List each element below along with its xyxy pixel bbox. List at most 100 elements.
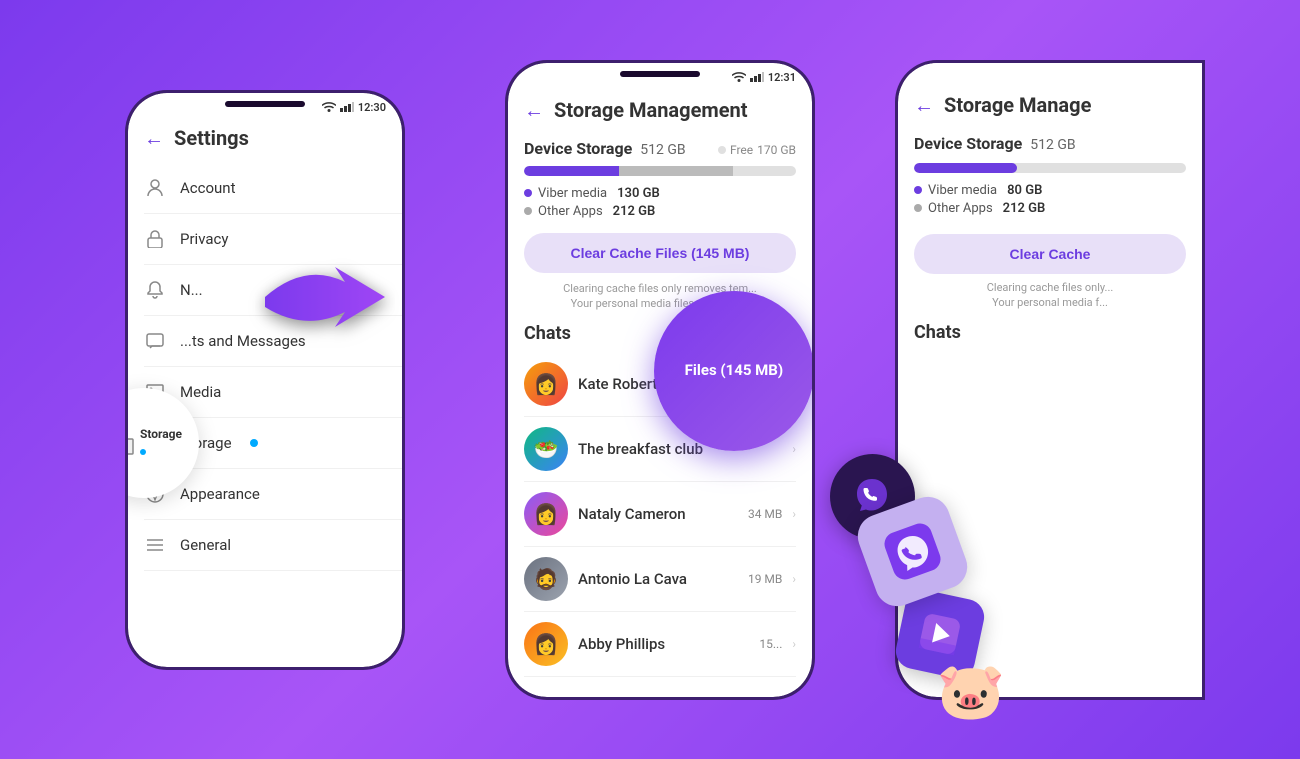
- popup-text: Files (145 MB): [671, 347, 797, 395]
- chats-section-title-3: Chats: [914, 322, 1186, 343]
- wifi-icon: [322, 102, 336, 112]
- storage-header-2: ← Storage Manage: [898, 83, 1202, 126]
- free-dot: [718, 146, 726, 154]
- cache-note-3: Clearing cache files only...Your persona…: [914, 280, 1186, 311]
- general-icon: [144, 534, 166, 556]
- signal-icon: [340, 102, 354, 112]
- float-viber-box-1: [865, 504, 960, 599]
- other-dot-3: [914, 204, 922, 212]
- legend-viber-3: Viber media 80 GB: [914, 183, 1186, 198]
- popup-circle: Files (145 MB): [654, 291, 814, 451]
- settings-title: Settings: [174, 126, 249, 150]
- legend-viber: Viber media 130 GB: [524, 186, 796, 201]
- settings-item-general[interactable]: General: [144, 520, 402, 571]
- device-storage-row: Device Storage 512 GB Free 170 GB: [524, 139, 796, 158]
- viber-size: 130 GB: [617, 186, 660, 201]
- chats-icon: [144, 330, 166, 352]
- chat-name-antonio: Antonio La Cava: [578, 570, 738, 588]
- legend-other-3: Other Apps 212 GB: [914, 201, 1186, 216]
- storage-bar: [524, 166, 796, 176]
- device-storage-size-3: 512 GB: [1030, 137, 1075, 153]
- chat-name-abby: Abby Phillips: [578, 635, 749, 653]
- clear-cache-button-3[interactable]: Clear Cache: [914, 234, 1186, 274]
- phone-notch: [225, 101, 305, 107]
- avatar-abby: 👩: [524, 622, 568, 666]
- status-bar-3: [898, 63, 1202, 83]
- back-arrow-1[interactable]: ←: [144, 126, 164, 151]
- clear-cache-label-3: Clear Cache: [1010, 246, 1091, 262]
- free-size: 170 GB: [757, 143, 796, 157]
- back-arrow-2[interactable]: ←: [524, 98, 544, 123]
- main-container: 12:30 ← Settings Account: [0, 0, 1300, 759]
- viber-label: Viber media: [538, 186, 607, 201]
- account-icon: [144, 177, 166, 199]
- avatar-breakfast: 🥗: [524, 427, 568, 471]
- circle-dot: [140, 449, 146, 455]
- privacy-icon: [144, 228, 166, 250]
- storage-bar-other: [619, 166, 733, 176]
- storage-dot: [250, 439, 258, 447]
- chat-size-antonio: 19 MB: [748, 572, 782, 586]
- avatar-antonio: 🧔: [524, 557, 568, 601]
- other-label-3: Other Apps: [928, 201, 993, 216]
- storage-bar-fill-3: [914, 163, 1017, 173]
- time-display-2: 12:31: [768, 71, 796, 84]
- notifications-label: N...: [180, 281, 203, 299]
- chat-size-abby: 15...: [759, 637, 782, 651]
- storage-folder-icon: [128, 430, 134, 456]
- other-size: 212 GB: [613, 204, 656, 219]
- other-dot: [524, 207, 532, 215]
- phone3-storage-content: Device Storage 512 GB Viber media 80 GB …: [898, 134, 1202, 344]
- chat-size-nataly: 34 MB: [748, 507, 782, 521]
- media-label: Media: [180, 383, 221, 401]
- avatar-kate: 👩: [524, 362, 568, 406]
- clear-cache-button[interactable]: Clear Cache Files (145 MB): [524, 233, 796, 273]
- viber-dot: [524, 189, 532, 197]
- storage-header: ← Storage Management: [508, 88, 812, 131]
- chat-item[interactable]: 👩 Nataly Cameron 34 MB ›: [524, 482, 796, 547]
- wifi-icon-2: [732, 72, 746, 82]
- chat-name-nataly: Nataly Cameron: [578, 505, 738, 523]
- avatar-nataly: 👩: [524, 492, 568, 536]
- other-size-3: 212 GB: [1003, 201, 1046, 216]
- viber-logo-icon: [877, 516, 947, 586]
- chat-item[interactable]: 👩 Abby Phillips 15... ›: [524, 612, 796, 677]
- chevron-icon-5: ›: [792, 637, 796, 651]
- settings-item-storage[interactable]: Storage Storage: [144, 418, 402, 469]
- device-storage-size: 512 GB: [640, 142, 685, 158]
- circle-storage-text: Storage: [140, 427, 182, 441]
- storage-bar-viber: [524, 166, 619, 176]
- settings-header: ← Settings: [128, 118, 402, 163]
- chat-item[interactable]: 🧔 Antonio La Cava 19 MB ›: [524, 547, 796, 612]
- popup-text-label: Files (145 MB): [685, 361, 783, 379]
- viber-float-box: [852, 491, 974, 613]
- time-display-1: 12:30: [358, 101, 386, 114]
- general-label: General: [180, 536, 231, 554]
- other-label: Other Apps: [538, 204, 603, 219]
- back-arrow-3[interactable]: ←: [914, 93, 934, 118]
- legend-other: Other Apps 212 GB: [524, 204, 796, 219]
- privacy-label: Privacy: [180, 230, 228, 248]
- signal-icon-2: [750, 72, 764, 82]
- storage-management-title: Storage Management: [554, 98, 747, 122]
- storage-manage-title: Storage Manage: [944, 93, 1091, 117]
- viber-label-3: Viber media: [928, 183, 997, 198]
- appearance-label: Appearance: [180, 485, 260, 503]
- storage-circle-inner: Storage: [128, 427, 182, 459]
- device-storage-label: Device Storage: [524, 139, 632, 158]
- viber-dot-3: [914, 186, 922, 194]
- arrow-decoration: [255, 242, 395, 382]
- pig-sticker: 🐷: [937, 660, 1005, 724]
- device-storage-label-3: Device Storage: [914, 134, 1022, 153]
- chevron-icon-3: ›: [792, 507, 796, 521]
- account-label: Account: [180, 179, 236, 197]
- settings-item-account[interactable]: Account: [144, 163, 402, 214]
- play-icon: [916, 610, 963, 657]
- phone-storage: 12:31 ← Storage Management Device Storag…: [505, 60, 815, 700]
- storage-bar-3: [914, 163, 1186, 173]
- popup-overlay: Files (145 MB): [654, 291, 814, 451]
- right-arrow-svg: [255, 242, 395, 362]
- viber-size-3: 80 GB: [1007, 183, 1042, 198]
- free-text: Free: [730, 143, 753, 157]
- notifications-icon: [144, 279, 166, 301]
